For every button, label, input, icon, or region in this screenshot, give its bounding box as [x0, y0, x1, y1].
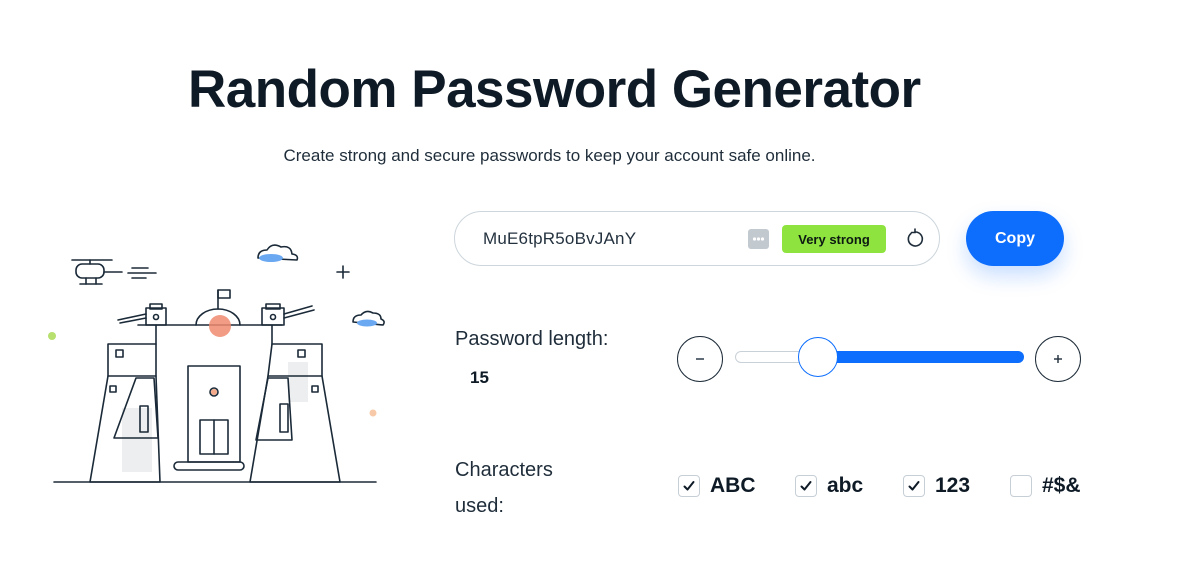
uppercase-checkbox[interactable] [678, 475, 700, 497]
length-value: 15 [470, 368, 489, 387]
check-icon [683, 481, 695, 491]
minus-icon [696, 358, 704, 360]
characters-label: Characters used: [455, 459, 553, 517]
strength-badge: Very strong [782, 225, 886, 253]
length-label: Password length: [455, 328, 609, 350]
increase-length-button[interactable] [1035, 336, 1081, 382]
check-icon [800, 481, 812, 491]
uppercase-label: ABC [710, 474, 756, 497]
uppercase-option[interactable]: ABC [678, 474, 756, 498]
lowercase-option[interactable]: abc [795, 474, 863, 498]
refresh-icon[interactable] [903, 227, 927, 251]
copy-button[interactable]: Copy [966, 211, 1064, 266]
password-value[interactable]: MuE6tpR5oBvJAnY [483, 229, 636, 249]
numbers-option[interactable]: 123 [903, 474, 970, 498]
dots-icon[interactable] [748, 229, 769, 249]
numbers-label: 123 [935, 474, 971, 497]
slider-thumb[interactable] [798, 337, 838, 377]
page-subtitle: Create strong and secure passwords to ke… [283, 146, 816, 165]
symbols-option[interactable]: #$& [1010, 474, 1081, 498]
decrease-length-button[interactable] [677, 336, 723, 382]
lowercase-checkbox[interactable] [795, 475, 817, 497]
symbols-label: #$& [1042, 474, 1081, 497]
check-icon [908, 481, 920, 491]
plus-icon [1054, 355, 1062, 363]
length-slider[interactable] [735, 337, 1024, 377]
castle-illustration [48, 244, 385, 483]
symbols-checkbox[interactable] [1010, 475, 1032, 497]
numbers-checkbox[interactable] [903, 475, 925, 497]
password-field[interactable]: MuE6tpR5oBvJAnY Very strong [454, 211, 940, 266]
lowercase-label: abc [827, 474, 864, 497]
page-title: Random Password Generator [188, 60, 921, 119]
slider-fill [818, 351, 1024, 363]
